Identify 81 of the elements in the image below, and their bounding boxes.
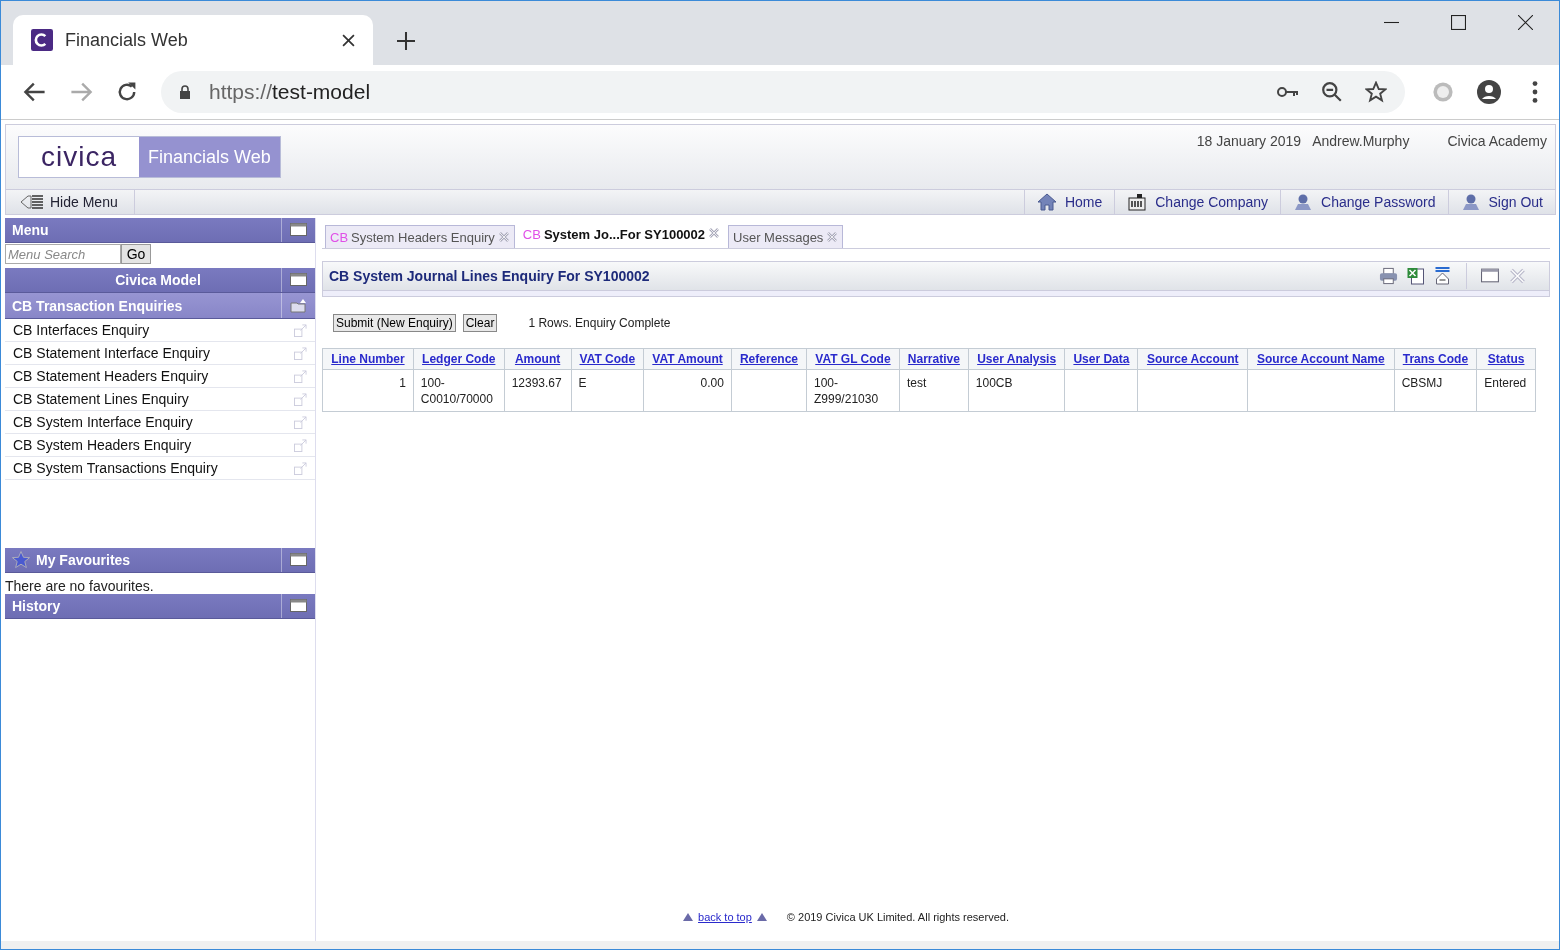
section-title: CB Transaction Enquiries bbox=[11, 297, 184, 314]
open-window-icon bbox=[294, 369, 307, 383]
print-icon[interactable] bbox=[1379, 267, 1398, 285]
collapse-icon[interactable] bbox=[1433, 267, 1452, 285]
nav-link[interactable]: Sign Out bbox=[1447, 190, 1555, 214]
panel-title: CB System Journal Lines Enquiry For SY100002 bbox=[329, 268, 650, 284]
favourites-empty-text: There are no favourites. bbox=[5, 577, 155, 594]
menu-item[interactable]: CB Statement Lines Enquiry bbox=[5, 388, 315, 411]
open-window-icon bbox=[294, 323, 307, 337]
open-window-icon bbox=[294, 415, 307, 429]
hide-menu-button[interactable]: Hide Menu bbox=[6, 190, 135, 214]
menu-search-field[interactable]: Menu Search bbox=[5, 244, 121, 264]
status-text: 1 Rows. Enquiry Complete bbox=[528, 316, 671, 330]
logo: civica bbox=[19, 137, 139, 177]
app-favicon bbox=[31, 29, 53, 51]
product-name: Financials Web bbox=[139, 137, 280, 177]
window-icon[interactable] bbox=[1481, 267, 1500, 285]
window-icon[interactable] bbox=[289, 273, 308, 287]
person-icon bbox=[1293, 193, 1314, 211]
table-cell: 0.00 bbox=[700, 376, 724, 390]
user-name: Andrew.Murphy bbox=[1312, 133, 1410, 149]
person-icon bbox=[1460, 193, 1481, 211]
new-tab-icon[interactable] bbox=[397, 32, 415, 50]
table-cell: 100- C0010/70000 bbox=[420, 376, 493, 406]
window-icon[interactable] bbox=[289, 553, 308, 567]
close-icon[interactable] bbox=[1518, 15, 1533, 30]
go-button[interactable]: Go bbox=[121, 244, 151, 264]
house-icon bbox=[1036, 193, 1057, 211]
menu-item[interactable]: CB Interfaces Enquiry bbox=[5, 319, 315, 342]
tab-title: Financials Web bbox=[65, 29, 189, 51]
folder-up-icon[interactable] bbox=[289, 298, 308, 313]
star-icon bbox=[11, 550, 31, 570]
close-tab-icon[interactable] bbox=[342, 33, 355, 47]
menu-item[interactable]: CB Statement Interface Enquiry bbox=[5, 342, 315, 365]
table-cell: 12393.67 bbox=[511, 376, 562, 390]
table-cell: 100CB bbox=[975, 376, 1013, 390]
open-window-icon bbox=[294, 461, 307, 475]
open-window-icon bbox=[294, 346, 307, 360]
nav-link[interactable]: Change Password bbox=[1280, 190, 1448, 214]
menu-item[interactable]: CB System Headers Enquiry bbox=[5, 434, 315, 457]
up-arrow-icon bbox=[683, 913, 694, 921]
back-to-top-link[interactable]: back to top bbox=[695, 911, 755, 923]
profile-icon[interactable] bbox=[1477, 80, 1501, 104]
table-cell: E bbox=[578, 376, 587, 390]
building-icon bbox=[1127, 193, 1148, 211]
favourites-title: My Favourites bbox=[35, 552, 132, 568]
lock-icon bbox=[179, 85, 191, 99]
menu-item[interactable]: CB System Interface Enquiry bbox=[5, 411, 315, 434]
page-tab[interactable]: User Messages bbox=[728, 225, 844, 248]
up-arrow-icon bbox=[756, 913, 767, 921]
open-window-icon bbox=[294, 392, 307, 406]
table-cell: test bbox=[906, 376, 927, 390]
nav-link[interactable]: Home bbox=[1023, 190, 1115, 214]
table-cell: Entered bbox=[1484, 376, 1527, 390]
nav-link[interactable]: Change Company bbox=[1114, 190, 1281, 214]
history-title: History bbox=[11, 598, 62, 614]
company-name: Civica Academy bbox=[1447, 133, 1547, 149]
table-cell: CBSMJ bbox=[1401, 376, 1443, 390]
open-window-icon bbox=[294, 438, 307, 452]
menu-title: Menu bbox=[11, 222, 50, 238]
copyright-text: © 2019 Civica UK Limited. All rights reserved. bbox=[786, 911, 1009, 923]
action-button[interactable]: Clear bbox=[462, 314, 498, 332]
back-icon[interactable] bbox=[23, 80, 47, 104]
address-bar[interactable]: https://test-model bbox=[161, 71, 1405, 113]
table-cell: 100- Z999/21030 bbox=[814, 376, 879, 406]
page-tab[interactable]: CB System Headers Enquiry bbox=[325, 225, 515, 248]
table-cell: 1 bbox=[399, 376, 406, 390]
menu-item[interactable]: CB Statement Headers Enquiry bbox=[5, 365, 315, 388]
date-text: 18 January 2019 bbox=[1196, 133, 1302, 149]
action-button[interactable]: Submit (New Enquiry) bbox=[333, 314, 456, 332]
browser-tab[interactable]: Financials Web bbox=[13, 15, 373, 65]
star-icon[interactable] bbox=[1365, 81, 1387, 103]
spreadsheet-icon[interactable] bbox=[1406, 267, 1425, 285]
hide-menu-icon bbox=[20, 194, 44, 210]
maximize-icon[interactable] bbox=[1451, 15, 1466, 30]
url-text: https://test-model bbox=[209, 80, 372, 104]
window-icon[interactable] bbox=[289, 223, 308, 237]
model-title: Civica Model bbox=[114, 272, 202, 288]
zoom-out-icon[interactable] bbox=[1321, 81, 1343, 103]
window-icon[interactable] bbox=[289, 599, 308, 613]
menu-item[interactable]: CB System Transactions Enquiry bbox=[5, 457, 315, 480]
